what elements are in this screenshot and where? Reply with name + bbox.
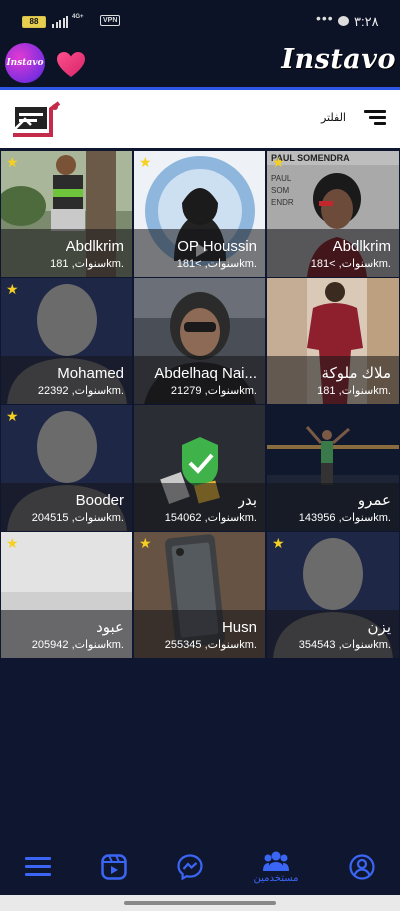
more-dots-icon: ••• xyxy=(316,10,334,26)
user-meta: 18سنوات, >1km. xyxy=(310,258,391,270)
user-meta: 21سنوات, 279km. xyxy=(170,385,257,397)
logo-text: Instavo xyxy=(6,58,44,68)
star-icon: ★ xyxy=(6,408,19,424)
user-name: Mohamed xyxy=(57,365,124,382)
user-meta: 20سنوات, 5942km. xyxy=(31,639,124,651)
user-name: ملاك ملوكة xyxy=(321,365,391,382)
star-icon: ★ xyxy=(6,535,19,551)
star-icon: ★ xyxy=(139,154,152,170)
system-home-bar xyxy=(0,895,400,911)
user-meta: 18سنوات, >1km. xyxy=(176,258,257,270)
star-icon: ★ xyxy=(272,154,285,170)
user-meta: 25سنوات, 5345km. xyxy=(164,639,257,651)
star-icon: ★ xyxy=(6,154,19,170)
user-card[interactable]: عمرو 14سنوات, 3956km. xyxy=(267,405,399,531)
network-type: 4G+ xyxy=(72,14,84,20)
nav-menu[interactable] xyxy=(18,851,58,887)
heart-icon[interactable] xyxy=(56,51,86,79)
user-meta: 18سنوات, 1km. xyxy=(317,385,391,397)
user-grid: ★ Abdlkrim 18سنوات, 1km. ★ OP Houssin 18… xyxy=(1,151,399,658)
user-card[interactable]: بدر 15سنوات, 4062km. xyxy=(134,405,265,531)
user-card[interactable]: ★ OP Houssin 18سنوات, >1km. xyxy=(134,151,265,277)
user-card[interactable]: PAUL SOMENDRA PAUL SOM ENDR ★ Abdlkrim 1… xyxy=(267,151,399,277)
brand-title: Instavo xyxy=(281,44,396,75)
svg-text:ENDR: ENDR xyxy=(271,198,294,207)
star-icon: ★ xyxy=(6,281,19,297)
home-indicator[interactable] xyxy=(124,901,276,905)
reels-icon xyxy=(101,854,127,880)
user-card[interactable]: ★ Husn 25سنوات, 5345km. xyxy=(134,532,265,658)
user-name: بدر xyxy=(237,492,257,509)
user-card[interactable]: ★ Booder 20سنوات, 4515km. xyxy=(1,405,132,531)
chat-notification-icon xyxy=(338,16,349,26)
nav-messenger[interactable] xyxy=(170,851,210,887)
messenger-icon xyxy=(177,854,203,880)
user-card[interactable]: ★ Abdlkrim 18سنوات, 1km. xyxy=(1,151,132,277)
filter-bar: الفلتر xyxy=(0,90,400,148)
user-name: Abdlkrim xyxy=(332,238,391,255)
user-meta: 14سنوات, 3956km. xyxy=(298,512,391,524)
profile-icon xyxy=(349,854,375,880)
user-name: Booder xyxy=(75,492,124,509)
users-icon xyxy=(263,851,289,871)
profile-logo-button[interactable]: Instavo xyxy=(5,43,45,83)
app-header: Instavo Instavo xyxy=(0,42,400,87)
user-card[interactable]: ★ Mohamed 22سنوات, 392km. xyxy=(1,278,132,404)
user-meta: 18سنوات, 1km. xyxy=(50,258,124,270)
svg-text:SOM: SOM xyxy=(271,186,290,195)
star-icon: ★ xyxy=(272,535,285,551)
battery-level: 88 xyxy=(29,17,39,26)
user-name: Abdelhaq Nai... xyxy=(154,365,257,382)
star-icon: ★ xyxy=(139,535,152,551)
filter-icon[interactable] xyxy=(364,108,386,126)
battery-icon: 88 xyxy=(22,16,46,28)
user-card[interactable]: ★ عبود 20سنوات, 5942km. xyxy=(1,532,132,658)
status-bar: 88 4G+ VPN ••• ٣:٢٨ xyxy=(0,0,400,42)
menu-icon xyxy=(25,857,51,876)
app-logo-icon[interactable] xyxy=(11,101,61,137)
nav-users-label: مستخدمين xyxy=(253,873,299,884)
user-meta: 35سنوات, 4543km. xyxy=(298,639,391,651)
user-name: Abdlkrim xyxy=(65,238,124,255)
user-card[interactable]: ★ يزن 35سنوات, 4543km. xyxy=(267,532,399,658)
nav-reels[interactable] xyxy=(94,851,134,887)
nav-users[interactable]: مستخدمين xyxy=(250,851,302,887)
bottom-navigation: مستخدمين xyxy=(0,843,400,895)
user-name: يزن xyxy=(367,619,391,636)
filter-label[interactable]: الفلتر xyxy=(321,111,346,124)
svg-text:PAUL: PAUL xyxy=(271,174,292,183)
status-time: ٣:٢٨ xyxy=(354,14,379,29)
user-meta: 20سنوات, 4515km. xyxy=(31,512,124,524)
user-name: عمرو xyxy=(357,492,391,509)
user-meta: 15سنوات, 4062km. xyxy=(164,512,257,524)
nav-profile[interactable] xyxy=(342,851,382,887)
user-name: OP Houssin xyxy=(177,238,257,255)
user-name: عبود xyxy=(96,619,124,636)
vpn-badge: VPN xyxy=(100,15,121,26)
user-name: Husn xyxy=(221,619,257,636)
user-card[interactable]: ملاك ملوكة 18سنوات, 1km. xyxy=(267,278,399,404)
signal-icon xyxy=(52,16,68,28)
user-meta: 22سنوات, 392km. xyxy=(37,385,124,397)
user-card[interactable]: Abdelhaq Nai... 21سنوات, 279km. xyxy=(134,278,265,404)
